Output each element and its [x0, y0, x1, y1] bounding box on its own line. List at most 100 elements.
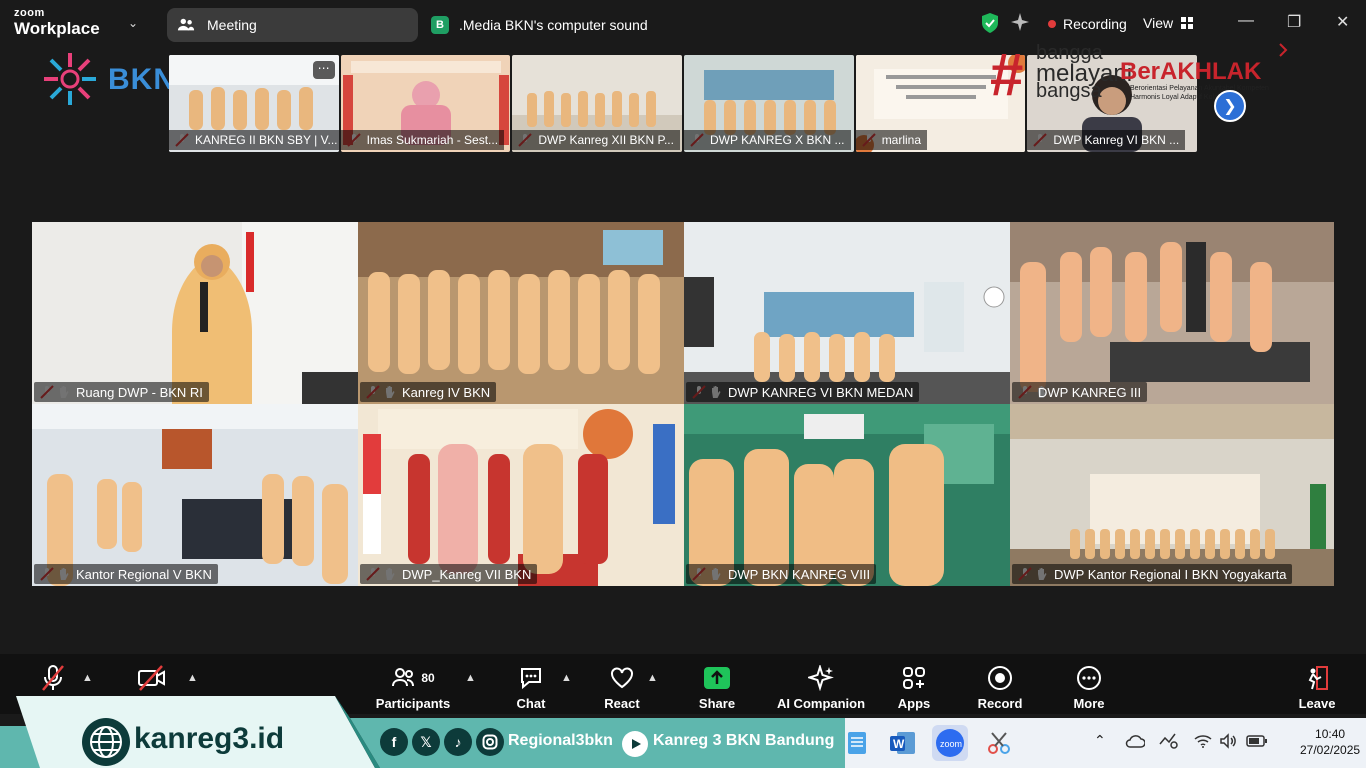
more-button[interactable]: More	[1067, 664, 1111, 711]
shared-sound-indicator[interactable]: B .Media BKN's computer sound	[431, 16, 648, 34]
share-screen-icon	[704, 667, 730, 689]
tile-label: DWP BKN KANREG VIII	[686, 564, 877, 584]
minimize-icon[interactable]: —	[1238, 12, 1254, 30]
more-options-button[interactable]: ⋯	[312, 61, 335, 79]
view-label: View	[1143, 15, 1174, 31]
leave-label: Leave	[1298, 696, 1336, 711]
thumbnail-video[interactable]: DWP Kanreg XII BKN P...	[512, 55, 683, 152]
recording-dot-icon	[1048, 20, 1056, 28]
thumbnail-video[interactable]: DWP KANREG X BKN ...	[684, 55, 854, 152]
record-icon	[988, 666, 1012, 690]
tile-label: DWP_Kanreg VII BKN	[360, 564, 538, 584]
volume-icon[interactable]	[1219, 733, 1237, 749]
chevron-up-icon[interactable]: ▲	[561, 672, 572, 684]
tile-label: DWP KANREG III	[1012, 382, 1148, 402]
bkn-logo-text: BKN	[108, 63, 176, 96]
thumbnail-label: DWP KANREG X BKN ...	[684, 130, 851, 150]
facebook-icon[interactable]: f	[380, 728, 408, 756]
sound-badge: B	[431, 16, 449, 34]
svg-text:zoom: zoom	[940, 739, 962, 749]
video-tile[interactable]: DWP KANREG VI BKN MEDAN	[684, 222, 1010, 404]
view-button[interactable]: View	[1143, 15, 1194, 31]
battery-icon[interactable]	[1246, 735, 1268, 747]
chevron-up-icon[interactable]: ▲	[82, 672, 93, 684]
restore-icon[interactable]: ❐	[1287, 12, 1301, 32]
participants-icon	[392, 668, 415, 687]
meeting-tab[interactable]: Meeting	[167, 8, 418, 42]
thumbnail-label: marlina	[855, 130, 928, 150]
tile-label: Ruang DWP - BKN RI	[34, 382, 209, 402]
record-label: Record	[977, 696, 1023, 711]
youtube-channel: Kanreg 3 BKN Bandung	[653, 732, 835, 749]
youtube-icon[interactable]	[622, 731, 648, 757]
video-off-icon	[138, 665, 165, 691]
thumbnail-label: KANREG II BKN SBY | V...	[169, 130, 339, 150]
chat-icon	[521, 668, 541, 690]
people-icon	[177, 18, 195, 31]
network-settings-icon[interactable]	[1157, 732, 1179, 750]
x-twitter-icon[interactable]: 𝕏	[412, 728, 440, 756]
notepad-icon[interactable]	[846, 730, 868, 756]
instagram-icon[interactable]	[476, 728, 504, 756]
cloud-icon[interactable]	[1125, 734, 1145, 748]
video-scene	[358, 222, 684, 404]
globe-icon	[82, 718, 130, 766]
chevron-right-icon: ❯	[1223, 98, 1237, 115]
meeting-label: Meeting	[207, 17, 257, 33]
website-text: kanreg3.id	[134, 722, 285, 755]
video-tile[interactable]: Kanreg IV BKN	[358, 222, 684, 404]
svg-text:#: #	[990, 41, 1023, 108]
chevron-up-icon[interactable]: ⌃	[1094, 732, 1106, 749]
tile-label: DWP KANREG VI BKN MEDAN	[686, 382, 920, 402]
chevron-up-icon[interactable]: ▲	[465, 672, 476, 684]
video-scene	[32, 404, 358, 586]
tile-label: DWP Kantor Regional I BKN Yogyakarta	[1012, 564, 1293, 584]
zoom-app-icon[interactable]: zoom	[931, 724, 969, 762]
wifi-icon[interactable]	[1194, 733, 1212, 749]
close-icon[interactable]: ✕	[1336, 12, 1349, 32]
video-scene	[1010, 404, 1334, 586]
video-tile[interactable]: DWP Kantor Regional I BKN Yogyakarta	[1010, 404, 1334, 586]
system-clock[interactable]: 10:40 27/02/2025	[1300, 726, 1360, 758]
chevron-up-icon[interactable]: ▲	[187, 672, 198, 684]
tile-label: Kantor Regional V BKN	[34, 564, 218, 584]
video-tile[interactable]: DWP KANREG III	[1010, 222, 1334, 404]
thumbnail-video[interactable]: ⋯ KANREG II BKN SBY | V...	[169, 55, 339, 152]
mic-muted-icon	[42, 665, 64, 691]
svg-text:W: W	[893, 737, 905, 751]
gallery-grid: Ruang DWP - BKN RI Kanreg IV BKN DWP KAN…	[32, 222, 1334, 586]
video-scene	[1010, 222, 1334, 404]
more-icon	[1077, 666, 1101, 690]
chevron-up-icon[interactable]: ▲	[647, 672, 658, 684]
sparkle-icon[interactable]	[1010, 12, 1030, 32]
brand-top: zoom	[14, 7, 45, 19]
video-tile[interactable]: DWP_Kanreg VII BKN	[358, 404, 684, 586]
stop-video-button[interactable]	[136, 664, 168, 692]
tiktok-icon[interactable]: ♪	[444, 728, 472, 756]
video-scene	[32, 222, 358, 404]
recording-label: Recording	[1063, 16, 1127, 32]
thumbnail-label: DWP Kanreg XII BKN P...	[512, 130, 680, 150]
thumbnail-label: DWP Kanreg VI BKN ...	[1027, 130, 1186, 150]
video-tile[interactable]: DWP BKN KANREG VIII	[684, 404, 1010, 586]
leave-button[interactable]: Leave	[1296, 664, 1338, 711]
mute-button[interactable]	[38, 664, 68, 692]
video-tile[interactable]: Kantor Regional V BKN	[32, 404, 358, 586]
chevron-down-icon[interactable]: ⌄	[128, 16, 138, 30]
more-label: More	[1073, 696, 1105, 711]
shield-icon[interactable]	[980, 12, 1000, 34]
apps-button[interactable]: Apps	[893, 664, 935, 711]
grid-icon	[1181, 17, 1194, 29]
berakhlak-subtitle: Berorientasi Pelayanan Akuntabel Kompete…	[1130, 85, 1269, 101]
video-tile[interactable]: Ruang DWP - BKN RI	[32, 222, 358, 404]
record-button[interactable]: Record	[976, 664, 1024, 711]
video-scene	[358, 404, 684, 586]
social-handle: Regional3bkn	[508, 732, 613, 749]
next-page-button[interactable]: ❯	[1214, 90, 1246, 122]
snipping-tool-icon[interactable]	[986, 730, 1012, 756]
zoom-brand[interactable]: zoom Workplace	[14, 7, 100, 38]
thumbnail-video[interactable]: Imas Sukmariah - Sest...	[340, 55, 511, 152]
word-icon[interactable]: W	[889, 730, 917, 756]
apps-icon	[903, 667, 925, 689]
recording-indicator[interactable]: Recording	[1048, 16, 1127, 32]
